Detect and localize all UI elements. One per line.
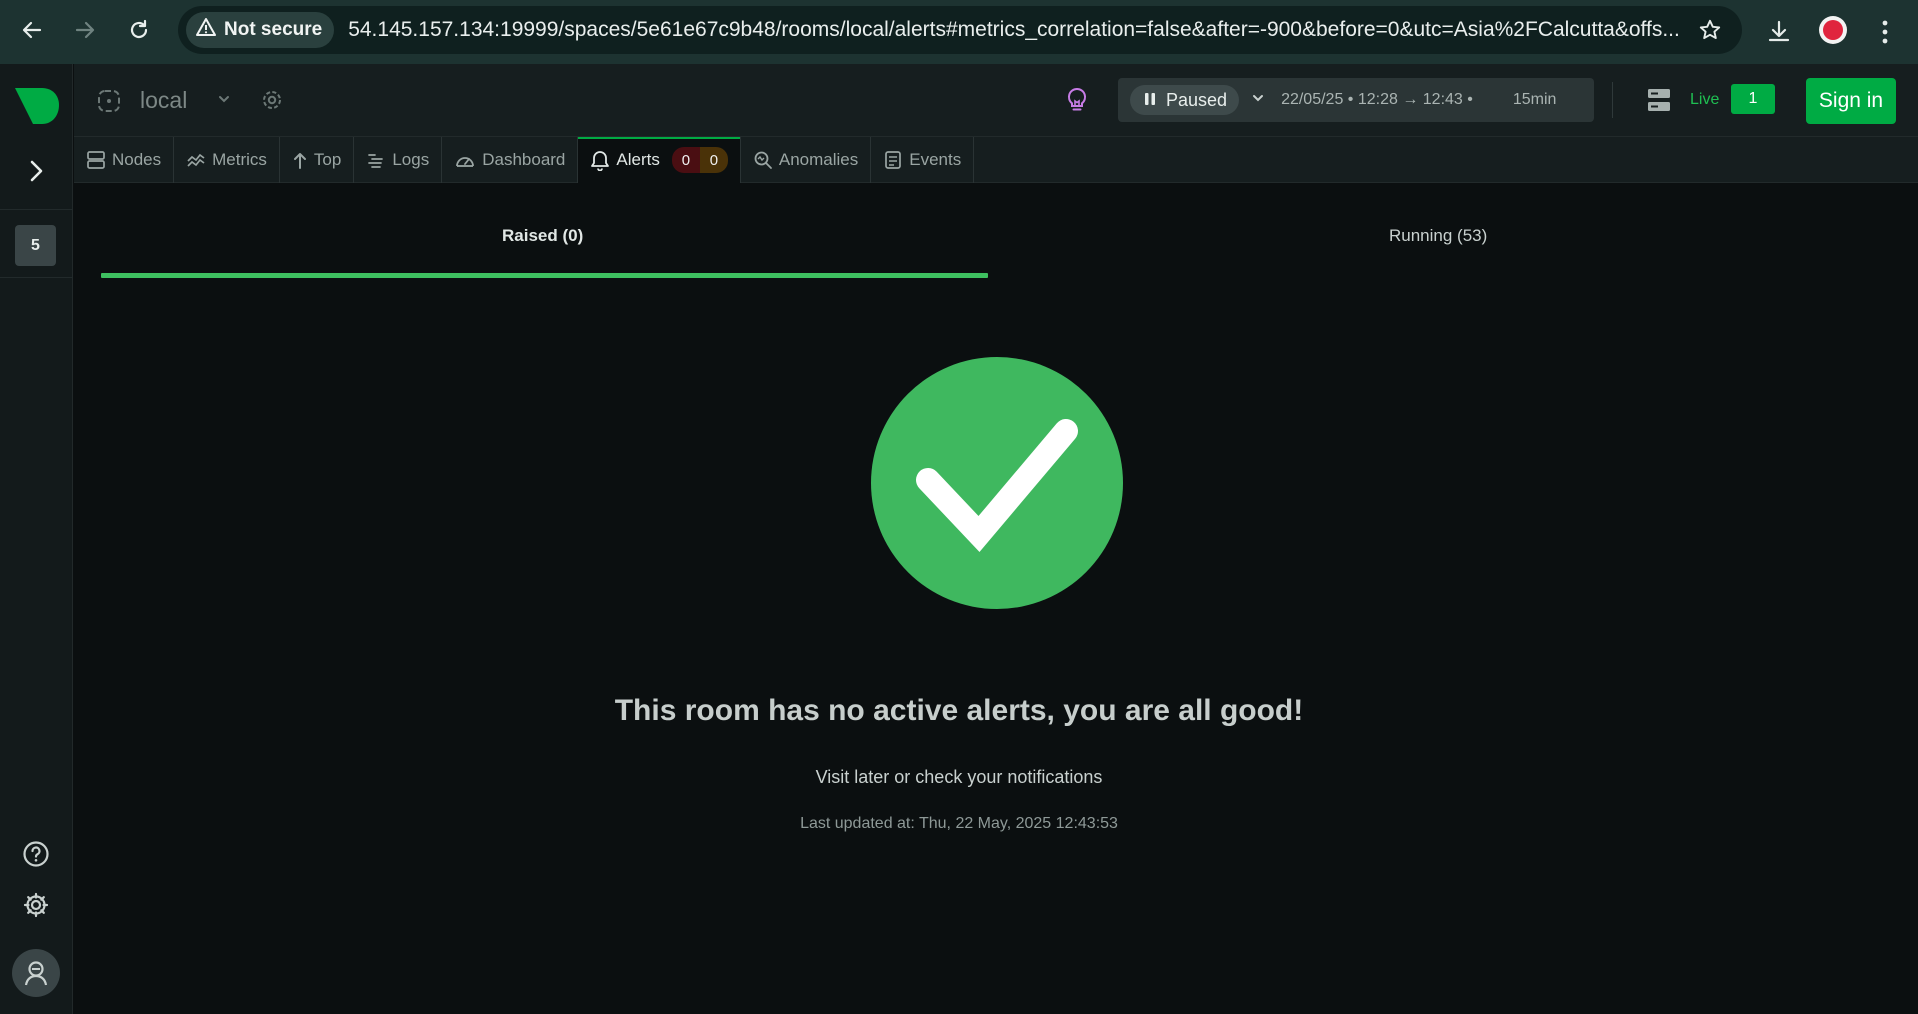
profile-icon[interactable] — [1819, 16, 1847, 44]
bookmark-star-icon[interactable] — [1698, 18, 1722, 47]
warning-icon — [196, 17, 216, 43]
settings-gear-icon[interactable] — [22, 891, 50, 924]
header-divider — [1612, 82, 1613, 118]
tab-logs[interactable]: Logs — [354, 137, 443, 183]
room-name[interactable]: local — [140, 87, 187, 114]
rail-divider — [0, 277, 73, 278]
logs-icon — [366, 150, 386, 170]
empty-state-title: This room has no active alerts, you are … — [614, 694, 1304, 727]
live-nodes-count[interactable]: 1 — [1731, 84, 1775, 114]
tab-label: Anomalies — [778, 150, 859, 169]
security-chip[interactable]: Not secure — [186, 12, 335, 48]
pause-icon — [1144, 90, 1156, 111]
rail-divider — [0, 209, 73, 210]
tab-label: Nodes — [112, 150, 162, 169]
netdata-logo[interactable] — [12, 86, 60, 131]
tab-events[interactable]: Events — [871, 137, 975, 183]
tab-label: Alerts — [616, 150, 660, 169]
events-icon — [883, 150, 903, 170]
tab-label: Dashboard — [482, 150, 566, 169]
user-avatar[interactable] — [12, 949, 60, 997]
time-range-text[interactable]: 22/05/25 • 12:28 → 12:43 • — [1281, 91, 1473, 109]
tab-anomalies[interactable]: Anomalies — [741, 137, 872, 183]
tab-label: Top — [313, 150, 342, 169]
reload-icon[interactable] — [124, 15, 154, 45]
chevron-down-icon[interactable] — [1251, 91, 1265, 110]
space-badge[interactable]: 5 — [15, 225, 56, 266]
play-pause-button[interactable]: Paused — [1130, 85, 1240, 115]
room-settings-gear-icon[interactable] — [260, 88, 284, 117]
time-picker[interactable]: Paused 22/05/25 • 12:28 → 12:43 • 15min — [1118, 78, 1594, 122]
tab-metrics[interactable]: Metrics — [174, 137, 280, 183]
main-tabs: Nodes Metrics Top Logs Dashboard Alerts … — [74, 137, 1918, 183]
room-icon — [96, 88, 122, 119]
expand-sidebar-icon[interactable] — [23, 158, 49, 189]
empty-state-subtitle: Visit later or check your notifications — [815, 767, 1103, 787]
app-header: local Paused 22/05/25 • 12:28 → 12:43 • … — [74, 64, 1918, 137]
lightbulb-icon[interactable] — [1064, 86, 1090, 119]
tab-nodes[interactable]: Nodes — [74, 137, 175, 183]
tab-label: Logs — [392, 150, 430, 169]
download-icon[interactable] — [1765, 18, 1793, 51]
playback-status: Paused — [1166, 89, 1228, 110]
back-icon[interactable] — [17, 15, 47, 45]
chevron-down-icon[interactable] — [216, 91, 232, 112]
metrics-icon — [186, 150, 206, 170]
tab-top[interactable]: Top — [280, 137, 355, 183]
tab-raised[interactable]: Raised (0) — [502, 226, 583, 246]
url-text[interactable]: 54.145.157.134:19999/spaces/5e61e67c9b48… — [348, 18, 1688, 42]
nodes-icon — [86, 150, 106, 170]
sign-in-button[interactable]: Sign in — [1806, 78, 1896, 124]
server-icon[interactable] — [1646, 86, 1672, 119]
address-bar[interactable]: Not secure 54.145.157.134:19999/spaces/5… — [178, 6, 1742, 54]
critical-count: 0 — [671, 147, 700, 173]
alert-counts: 0 0 — [671, 147, 728, 173]
tab-running[interactable]: Running (53) — [1389, 226, 1487, 246]
left-rail: 5 — [0, 64, 73, 1014]
bell-icon — [590, 149, 610, 171]
tab-alerts[interactable]: Alerts 0 0 — [578, 137, 741, 183]
forward-icon[interactable] — [70, 15, 100, 45]
tab-label: Metrics — [212, 150, 267, 169]
tab-label: Events — [909, 150, 962, 169]
top-icon — [292, 150, 308, 170]
security-label: Not secure — [224, 19, 323, 40]
active-tab-indicator — [101, 273, 988, 278]
live-label: Live — [1690, 91, 1720, 108]
success-check-icon — [871, 357, 1123, 609]
dashboard-icon — [454, 150, 476, 170]
warning-count: 0 — [699, 147, 728, 173]
time-duration[interactable]: 15min — [1513, 91, 1557, 109]
help-icon[interactable] — [22, 840, 50, 873]
anomalies-icon — [753, 150, 773, 170]
last-updated-text: Last updated at: Thu, 22 May, 2025 12:43… — [800, 815, 1118, 832]
browser-toolbar: Not secure 54.145.157.134:19999/spaces/5… — [0, 0, 1918, 64]
tab-dashboard[interactable]: Dashboard — [442, 137, 579, 183]
more-menu-icon[interactable] — [1880, 18, 1890, 51]
